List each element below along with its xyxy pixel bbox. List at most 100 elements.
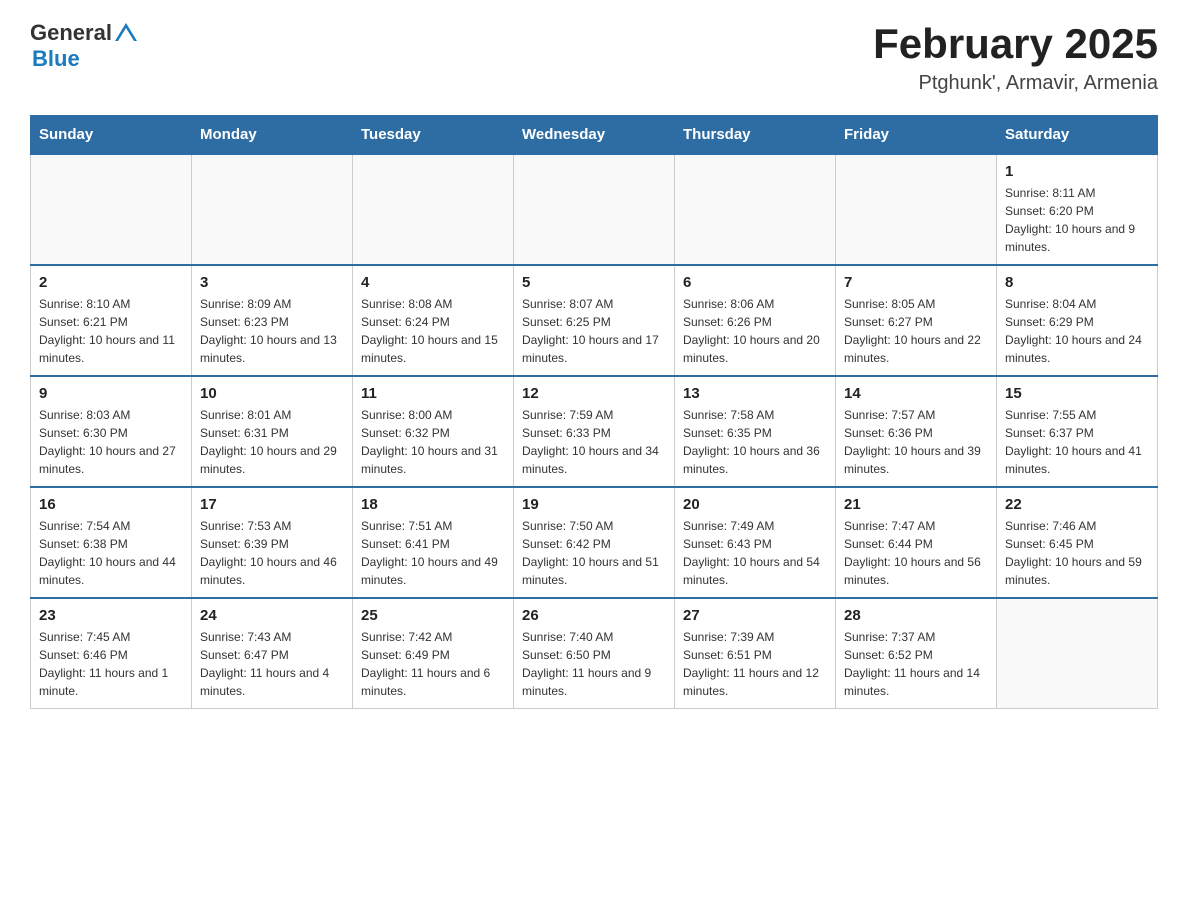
sunrise-text: Sunrise: 8:09 AM xyxy=(200,297,291,311)
calendar-cell: 16 Sunrise: 7:54 AM Sunset: 6:38 PM Dayl… xyxy=(31,487,192,598)
calendar-cell: 18 Sunrise: 7:51 AM Sunset: 6:41 PM Dayl… xyxy=(353,487,514,598)
sunrise-text: Sunrise: 7:39 AM xyxy=(683,630,774,644)
calendar-cell: 28 Sunrise: 7:37 AM Sunset: 6:52 PM Dayl… xyxy=(836,598,997,709)
sunset-text: Sunset: 6:39 PM xyxy=(200,537,289,551)
sunset-text: Sunset: 6:20 PM xyxy=(1005,204,1094,218)
calendar-cell: 20 Sunrise: 7:49 AM Sunset: 6:43 PM Dayl… xyxy=(675,487,836,598)
day-number: 21 xyxy=(844,496,988,513)
day-number: 27 xyxy=(683,607,827,624)
title-area: February 2025 Ptghunk', Armavir, Armenia xyxy=(873,20,1158,95)
sunset-text: Sunset: 6:52 PM xyxy=(844,648,933,662)
calendar-cell xyxy=(836,154,997,265)
day-number: 23 xyxy=(39,607,183,624)
sunrise-text: Sunrise: 7:49 AM xyxy=(683,519,774,533)
day-info: Sunrise: 7:39 AM Sunset: 6:51 PM Dayligh… xyxy=(683,628,827,700)
day-info: Sunrise: 7:55 AM Sunset: 6:37 PM Dayligh… xyxy=(1005,406,1149,478)
day-number: 5 xyxy=(522,274,666,291)
sunset-text: Sunset: 6:30 PM xyxy=(39,426,128,440)
day-info: Sunrise: 8:05 AM Sunset: 6:27 PM Dayligh… xyxy=(844,295,988,367)
daylight-text: Daylight: 10 hours and 13 minutes. xyxy=(200,333,337,365)
calendar-week-row: 9 Sunrise: 8:03 AM Sunset: 6:30 PM Dayli… xyxy=(31,376,1158,487)
col-monday: Monday xyxy=(192,116,353,155)
day-number: 10 xyxy=(200,385,344,402)
day-number: 14 xyxy=(844,385,988,402)
day-number: 24 xyxy=(200,607,344,624)
calendar-cell: 14 Sunrise: 7:57 AM Sunset: 6:36 PM Dayl… xyxy=(836,376,997,487)
daylight-text: Daylight: 10 hours and 20 minutes. xyxy=(683,333,820,365)
sunrise-text: Sunrise: 7:43 AM xyxy=(200,630,291,644)
calendar-cell: 8 Sunrise: 8:04 AM Sunset: 6:29 PM Dayli… xyxy=(997,265,1158,376)
calendar-cell: 15 Sunrise: 7:55 AM Sunset: 6:37 PM Dayl… xyxy=(997,376,1158,487)
sunrise-text: Sunrise: 7:57 AM xyxy=(844,408,935,422)
day-number: 26 xyxy=(522,607,666,624)
daylight-text: Daylight: 10 hours and 56 minutes. xyxy=(844,555,981,587)
sunset-text: Sunset: 6:50 PM xyxy=(522,648,611,662)
logo-blue-text: Blue xyxy=(32,46,80,71)
daylight-text: Daylight: 11 hours and 6 minutes. xyxy=(361,666,490,698)
day-number: 28 xyxy=(844,607,988,624)
day-info: Sunrise: 8:01 AM Sunset: 6:31 PM Dayligh… xyxy=(200,406,344,478)
calendar-cell: 6 Sunrise: 8:06 AM Sunset: 6:26 PM Dayli… xyxy=(675,265,836,376)
sunset-text: Sunset: 6:29 PM xyxy=(1005,315,1094,329)
sunset-text: Sunset: 6:41 PM xyxy=(361,537,450,551)
day-number: 20 xyxy=(683,496,827,513)
sunrise-text: Sunrise: 7:42 AM xyxy=(361,630,452,644)
day-info: Sunrise: 7:58 AM Sunset: 6:35 PM Dayligh… xyxy=(683,406,827,478)
day-info: Sunrise: 7:51 AM Sunset: 6:41 PM Dayligh… xyxy=(361,517,505,589)
day-info: Sunrise: 8:00 AM Sunset: 6:32 PM Dayligh… xyxy=(361,406,505,478)
logo: General Blue xyxy=(30,20,137,72)
day-info: Sunrise: 7:37 AM Sunset: 6:52 PM Dayligh… xyxy=(844,628,988,700)
calendar-cell: 26 Sunrise: 7:40 AM Sunset: 6:50 PM Dayl… xyxy=(514,598,675,709)
calendar-cell: 17 Sunrise: 7:53 AM Sunset: 6:39 PM Dayl… xyxy=(192,487,353,598)
calendar-cell: 3 Sunrise: 8:09 AM Sunset: 6:23 PM Dayli… xyxy=(192,265,353,376)
sunrise-text: Sunrise: 7:37 AM xyxy=(844,630,935,644)
calendar-cell: 4 Sunrise: 8:08 AM Sunset: 6:24 PM Dayli… xyxy=(353,265,514,376)
sunrise-text: Sunrise: 8:10 AM xyxy=(39,297,130,311)
calendar-cell xyxy=(997,598,1158,709)
page-header: General Blue February 2025 Ptghunk', Arm… xyxy=(30,20,1158,95)
logo-general-text: General xyxy=(30,20,112,46)
day-number: 25 xyxy=(361,607,505,624)
calendar-cell: 24 Sunrise: 7:43 AM Sunset: 6:47 PM Dayl… xyxy=(192,598,353,709)
sunset-text: Sunset: 6:45 PM xyxy=(1005,537,1094,551)
daylight-text: Daylight: 10 hours and 34 minutes. xyxy=(522,444,659,476)
sunset-text: Sunset: 6:35 PM xyxy=(683,426,772,440)
sunrise-text: Sunrise: 7:46 AM xyxy=(1005,519,1096,533)
daylight-text: Daylight: 10 hours and 54 minutes. xyxy=(683,555,820,587)
sunrise-text: Sunrise: 7:53 AM xyxy=(200,519,291,533)
day-number: 3 xyxy=(200,274,344,291)
sunset-text: Sunset: 6:23 PM xyxy=(200,315,289,329)
calendar-cell: 12 Sunrise: 7:59 AM Sunset: 6:33 PM Dayl… xyxy=(514,376,675,487)
sunset-text: Sunset: 6:42 PM xyxy=(522,537,611,551)
daylight-text: Daylight: 10 hours and 59 minutes. xyxy=(1005,555,1142,587)
day-number: 22 xyxy=(1005,496,1149,513)
day-info: Sunrise: 8:10 AM Sunset: 6:21 PM Dayligh… xyxy=(39,295,183,367)
daylight-text: Daylight: 10 hours and 24 minutes. xyxy=(1005,333,1142,365)
day-info: Sunrise: 7:40 AM Sunset: 6:50 PM Dayligh… xyxy=(522,628,666,700)
day-info: Sunrise: 7:45 AM Sunset: 6:46 PM Dayligh… xyxy=(39,628,183,700)
day-info: Sunrise: 7:50 AM Sunset: 6:42 PM Dayligh… xyxy=(522,517,666,589)
sunset-text: Sunset: 6:26 PM xyxy=(683,315,772,329)
day-info: Sunrise: 8:06 AM Sunset: 6:26 PM Dayligh… xyxy=(683,295,827,367)
day-number: 9 xyxy=(39,385,183,402)
sunset-text: Sunset: 6:43 PM xyxy=(683,537,772,551)
calendar-cell: 23 Sunrise: 7:45 AM Sunset: 6:46 PM Dayl… xyxy=(31,598,192,709)
col-friday: Friday xyxy=(836,116,997,155)
calendar-week-row: 2 Sunrise: 8:10 AM Sunset: 6:21 PM Dayli… xyxy=(31,265,1158,376)
day-number: 2 xyxy=(39,274,183,291)
calendar-cell xyxy=(353,154,514,265)
daylight-text: Daylight: 11 hours and 12 minutes. xyxy=(683,666,819,698)
sunrise-text: Sunrise: 7:40 AM xyxy=(522,630,613,644)
daylight-text: Daylight: 10 hours and 46 minutes. xyxy=(200,555,337,587)
calendar-cell: 19 Sunrise: 7:50 AM Sunset: 6:42 PM Dayl… xyxy=(514,487,675,598)
daylight-text: Daylight: 11 hours and 1 minute. xyxy=(39,666,168,698)
day-number: 12 xyxy=(522,385,666,402)
daylight-text: Daylight: 10 hours and 44 minutes. xyxy=(39,555,176,587)
sunrise-text: Sunrise: 8:07 AM xyxy=(522,297,613,311)
sunrise-text: Sunrise: 8:00 AM xyxy=(361,408,452,422)
sunrise-text: Sunrise: 7:47 AM xyxy=(844,519,935,533)
day-number: 6 xyxy=(683,274,827,291)
calendar-cell: 7 Sunrise: 8:05 AM Sunset: 6:27 PM Dayli… xyxy=(836,265,997,376)
sunset-text: Sunset: 6:38 PM xyxy=(39,537,128,551)
daylight-text: Daylight: 10 hours and 49 minutes. xyxy=(361,555,498,587)
